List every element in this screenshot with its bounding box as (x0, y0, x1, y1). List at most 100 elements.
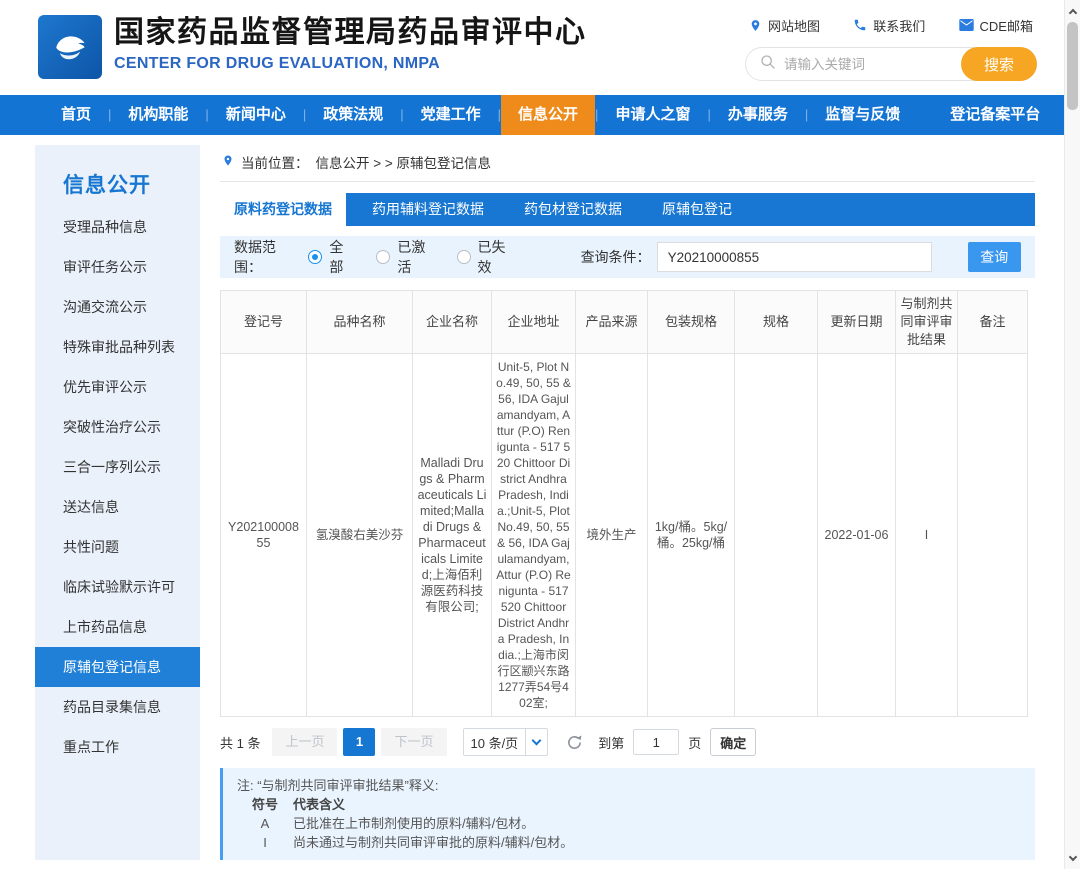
note-symbol-header: 符号 (237, 795, 293, 814)
note-meaning-header: 代表含义 (293, 795, 1019, 814)
main-panel: 当前位置： 信息公开 > > 原辅包登记信息 原料药登记数据药用辅料登记数据药包… (220, 145, 1035, 860)
refresh-icon[interactable] (564, 732, 584, 752)
table-cell-9 (958, 354, 1028, 717)
table-cell-7: 2022-01-06 (818, 354, 896, 717)
note-title: 注: “与制剂共同审评审批结果”释义: (237, 776, 1019, 795)
page-number-button[interactable]: 1 (343, 728, 375, 756)
goto-page-input[interactable] (633, 729, 679, 755)
nav-item-2[interactable]: 新闻中心 (209, 95, 303, 135)
column-header-4: 产品来源 (576, 291, 648, 354)
sidebar-item-11[interactable]: 原辅包登记信息 (35, 647, 200, 687)
note-box: 注: “与制剂共同审评审批结果”释义: 符号 代表含义 A已批准在上市制剂使用的… (220, 768, 1035, 860)
confirm-button[interactable]: 确定 (710, 728, 756, 756)
swan-icon (48, 23, 92, 72)
header-quick-link-2[interactable]: CDE邮箱 (959, 16, 1033, 35)
map-pin-icon (749, 18, 762, 33)
table-cell-8: I (896, 354, 958, 717)
radio-label: 全部 (329, 237, 350, 277)
sidebar-menu: 受理品种信息审评任务公示沟通交流公示特殊审批品种列表优先审评公示突破性治疗公示三… (35, 207, 200, 767)
breadcrumb-path: 信息公开 > > 原辅包登记信息 (316, 152, 492, 172)
sidebar-item-4[interactable]: 优先审评公示 (35, 367, 200, 407)
next-page-button[interactable]: 下一页 (381, 728, 446, 756)
note-row-1: I尚未通过与制剂共同审评审批的原料/辅料/包材。 (237, 833, 1019, 852)
note-rows: A已批准在上市制剂使用的原料/辅料/包材。I尚未通过与制剂共同审评审批的原料/辅… (237, 814, 1019, 852)
nav-item-6[interactable]: 申请人之窗 (598, 95, 707, 135)
breadcrumb-label: 当前位置： (241, 152, 309, 172)
note-meaning: 尚未通过与制剂共同审评审批的原料/辅料/包材。 (293, 833, 1019, 852)
scroll-down-icon[interactable] (1065, 850, 1080, 866)
header-right: 网站地图 联系我们 CDE邮箱 搜索 (745, 16, 1037, 81)
prev-page-button[interactable]: 上一页 (272, 728, 337, 756)
tab-2[interactable]: 药包材登记数据 (510, 193, 636, 226)
tab-1[interactable]: 药用辅料登记数据 (358, 193, 498, 226)
sidebar-item-13[interactable]: 重点工作 (35, 727, 200, 767)
table-cell-4: 境外生产 (576, 354, 648, 717)
tab-0[interactable]: 原料药登记数据 (220, 193, 346, 226)
query-button[interactable]: 查询 (968, 242, 1021, 272)
sidebar-item-10[interactable]: 上市药品信息 (35, 607, 200, 647)
pagination-total: 共 1 条 (220, 733, 260, 752)
query-input[interactable] (657, 242, 932, 272)
nav-item-0[interactable]: 首页 (44, 95, 108, 135)
nav-item-8[interactable]: 监督与反馈 (808, 95, 917, 135)
tab-bar: 原料药登记数据药用辅料登记数据药包材登记数据原辅包登记 (220, 193, 1035, 226)
search-icon (760, 54, 776, 75)
radio-icon (457, 250, 471, 264)
table-cell-2: Malladi Drugs & Pharmaceuticals Limited;… (413, 354, 492, 717)
column-header-9: 备注 (958, 291, 1028, 354)
radio-icon (308, 250, 322, 264)
scroll-up-icon[interactable] (1065, 3, 1080, 19)
nav-item-1[interactable]: 机构职能 (111, 95, 205, 135)
goto-page-label: 到第 (598, 733, 624, 752)
radio-label: 已激活 (397, 237, 430, 277)
note-meaning: 已批准在上市制剂使用的原料/辅料/包材。 (293, 814, 1019, 833)
table-cell-5: 1kg/桶。5kg/桶。25kg/桶 (648, 354, 735, 717)
nav-item-7[interactable]: 办事服务 (711, 95, 805, 135)
scrollbar-thumb[interactable] (1067, 22, 1078, 110)
site-titles: 国家药品监督管理局药品审评中心 CENTER FOR DRUG EVALUATI… (114, 15, 587, 73)
nav-item-4[interactable]: 党建工作 (404, 95, 498, 135)
note-header-row: 符号 代表含义 (237, 795, 1019, 814)
vertical-scrollbar[interactable] (1064, 0, 1080, 869)
breadcrumb: 当前位置： 信息公开 > > 原辅包登记信息 (220, 145, 1035, 181)
sidebar-item-8[interactable]: 共性问题 (35, 527, 200, 567)
scope-radio-group: 全部 已激活已失效 (308, 237, 510, 277)
header-quick-link-1[interactable]: 联系我们 (853, 16, 925, 35)
sidebar-item-2[interactable]: 沟通交流公示 (35, 287, 200, 327)
content: 信息公开 受理品种信息审评任务公示沟通交流公示特殊审批品种列表优先审评公示突破性… (0, 135, 1064, 860)
sidebar-item-9[interactable]: 临床试验默示许可 (35, 567, 200, 607)
location-pin-icon (222, 153, 234, 171)
tab-3[interactable]: 原辅包登记 (648, 193, 746, 226)
search-input[interactable] (784, 57, 956, 72)
chevron-down-icon[interactable] (525, 729, 547, 755)
sidebar-item-7[interactable]: 送达信息 (35, 487, 200, 527)
note-symbol: I (237, 833, 293, 852)
goto-page-unit: 页 (688, 733, 701, 752)
page-size-select[interactable]: 10 条/页 (463, 728, 549, 756)
sidebar-item-1[interactable]: 审评任务公示 (35, 247, 200, 287)
column-header-3: 企业地址 (492, 291, 576, 354)
scope-radio-0[interactable]: 全部 (308, 237, 350, 277)
site-header: 国家药品监督管理局药品审评中心 CENTER FOR DRUG EVALUATI… (0, 0, 1064, 95)
table-cell-1: 氢溴酸右美沙芬 (307, 354, 413, 717)
column-header-5: 包装规格 (648, 291, 735, 354)
header-quick-link-0[interactable]: 网站地图 (749, 16, 820, 35)
sidebar-item-5[interactable]: 突破性治疗公示 (35, 407, 200, 447)
page-size-value: 10 条/页 (464, 733, 526, 752)
search-button[interactable]: 搜索 (961, 47, 1037, 81)
sidebar-item-3[interactable]: 特殊审批品种列表 (35, 327, 200, 367)
nav-item-5[interactable]: 信息公开 (501, 95, 595, 135)
nav-item-3[interactable]: 政策法规 (306, 95, 400, 135)
header-quick-link-label: 网站地图 (768, 16, 820, 35)
sidebar-item-6[interactable]: 三合一序列公示 (35, 447, 200, 487)
cde-logo[interactable] (38, 15, 102, 79)
sidebar-item-12[interactable]: 药品目录集信息 (35, 687, 200, 727)
scope-radio-2[interactable]: 已失效 (457, 237, 511, 277)
column-header-6: 规格 (735, 291, 818, 354)
phone-icon (853, 18, 867, 32)
site-title: 国家药品监督管理局药品审评中心 (114, 15, 587, 51)
sidebar: 信息公开 受理品种信息审评任务公示沟通交流公示特殊审批品种列表优先审评公示突破性… (35, 145, 200, 860)
nav-item-9[interactable]: 登记备案平台 (933, 95, 1057, 135)
scope-radio-1[interactable]: 已激活 (376, 237, 430, 277)
sidebar-item-0[interactable]: 受理品种信息 (35, 207, 200, 247)
